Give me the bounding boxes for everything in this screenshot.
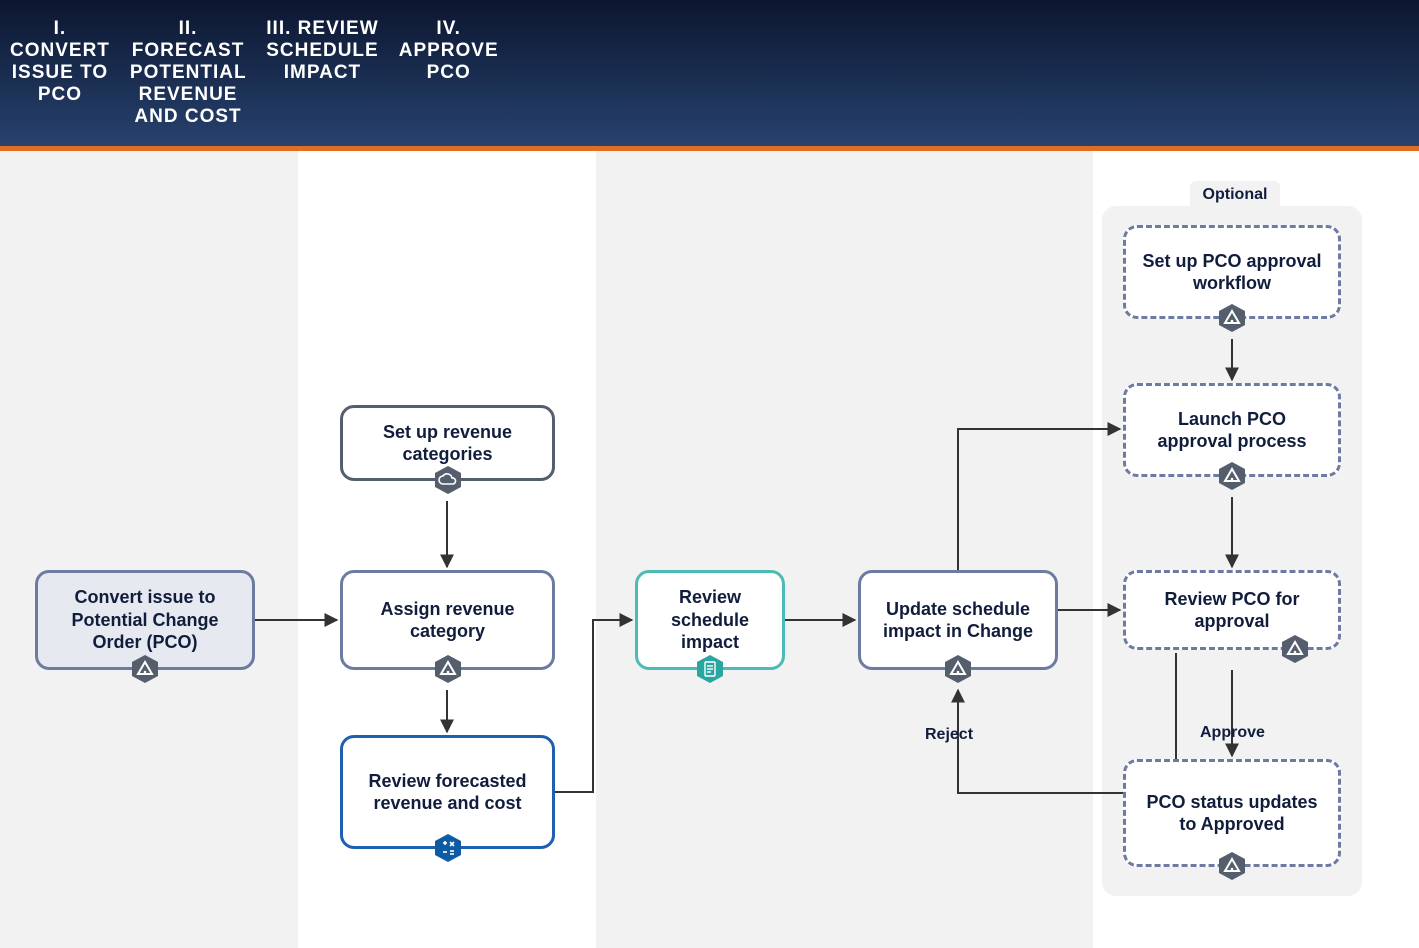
triangle-icon	[943, 654, 973, 684]
node-set-revenue-categories-text: Set up revenue categories	[357, 421, 538, 466]
triangle-icon	[1217, 851, 1247, 881]
node-convert-issue: Convert issue to Potential Change Order …	[35, 570, 255, 670]
node-set-revenue-categories: Set up revenue categories	[340, 405, 555, 481]
node-pco-status-approved-text: PCO status updates to Approved	[1140, 791, 1324, 836]
node-setup-pco-workflow: Set up PCO approval workflow	[1123, 225, 1341, 319]
phase-3-title: III. REVIEW SCHEDULE IMPACT	[256, 0, 389, 146]
phase-2-title: II. FORECAST POTENTIAL REVENUE AND COST	[120, 0, 256, 146]
triangle-icon	[433, 654, 463, 684]
edge-label-reject: Reject	[925, 726, 973, 744]
phase-4-title: IV. APPROVE PCO	[389, 0, 509, 146]
diagram-body: Optional	[0, 151, 1419, 948]
node-review-schedule-impact: Review schedule impact	[635, 570, 785, 670]
node-review-forecasted-revenue: Review forecasted revenue and cost	[340, 735, 555, 849]
node-launch-pco-approval-text: Launch PCO approval process	[1140, 408, 1324, 453]
report-icon	[695, 654, 725, 684]
node-pco-status-approved: PCO status updates to Approved	[1123, 759, 1341, 867]
node-setup-pco-workflow-text: Set up PCO approval workflow	[1140, 250, 1324, 295]
cloud-icon	[433, 465, 463, 495]
phase-header: I. CONVERT ISSUE TO PCO II. FORECAST POT…	[0, 0, 1419, 151]
edge-label-approve: Approve	[1200, 724, 1265, 742]
node-update-schedule-impact: Update schedule impact in Change	[858, 570, 1058, 670]
triangle-icon	[130, 654, 160, 684]
node-review-forecasted-revenue-text: Review forecasted revenue and cost	[357, 770, 538, 815]
node-review-schedule-impact-text: Review schedule impact	[652, 586, 768, 654]
node-review-pco-approval: Review PCO for approval	[1123, 570, 1341, 650]
node-assign-revenue-category-text: Assign revenue category	[357, 598, 538, 643]
phase-1-title: I. CONVERT ISSUE TO PCO	[0, 0, 120, 146]
triangle-icon	[1280, 634, 1310, 664]
calculator-icon	[433, 833, 463, 863]
page: I. CONVERT ISSUE TO PCO II. FORECAST POT…	[0, 0, 1419, 897]
node-update-schedule-impact-text: Update schedule impact in Change	[875, 598, 1041, 643]
node-convert-issue-text: Convert issue to Potential Change Order …	[52, 586, 238, 654]
node-assign-revenue-category: Assign revenue category	[340, 570, 555, 670]
triangle-icon	[1217, 303, 1247, 333]
triangle-icon	[1217, 461, 1247, 491]
node-review-pco-approval-text: Review PCO for approval	[1140, 588, 1324, 633]
node-launch-pco-approval: Launch PCO approval process	[1123, 383, 1341, 477]
